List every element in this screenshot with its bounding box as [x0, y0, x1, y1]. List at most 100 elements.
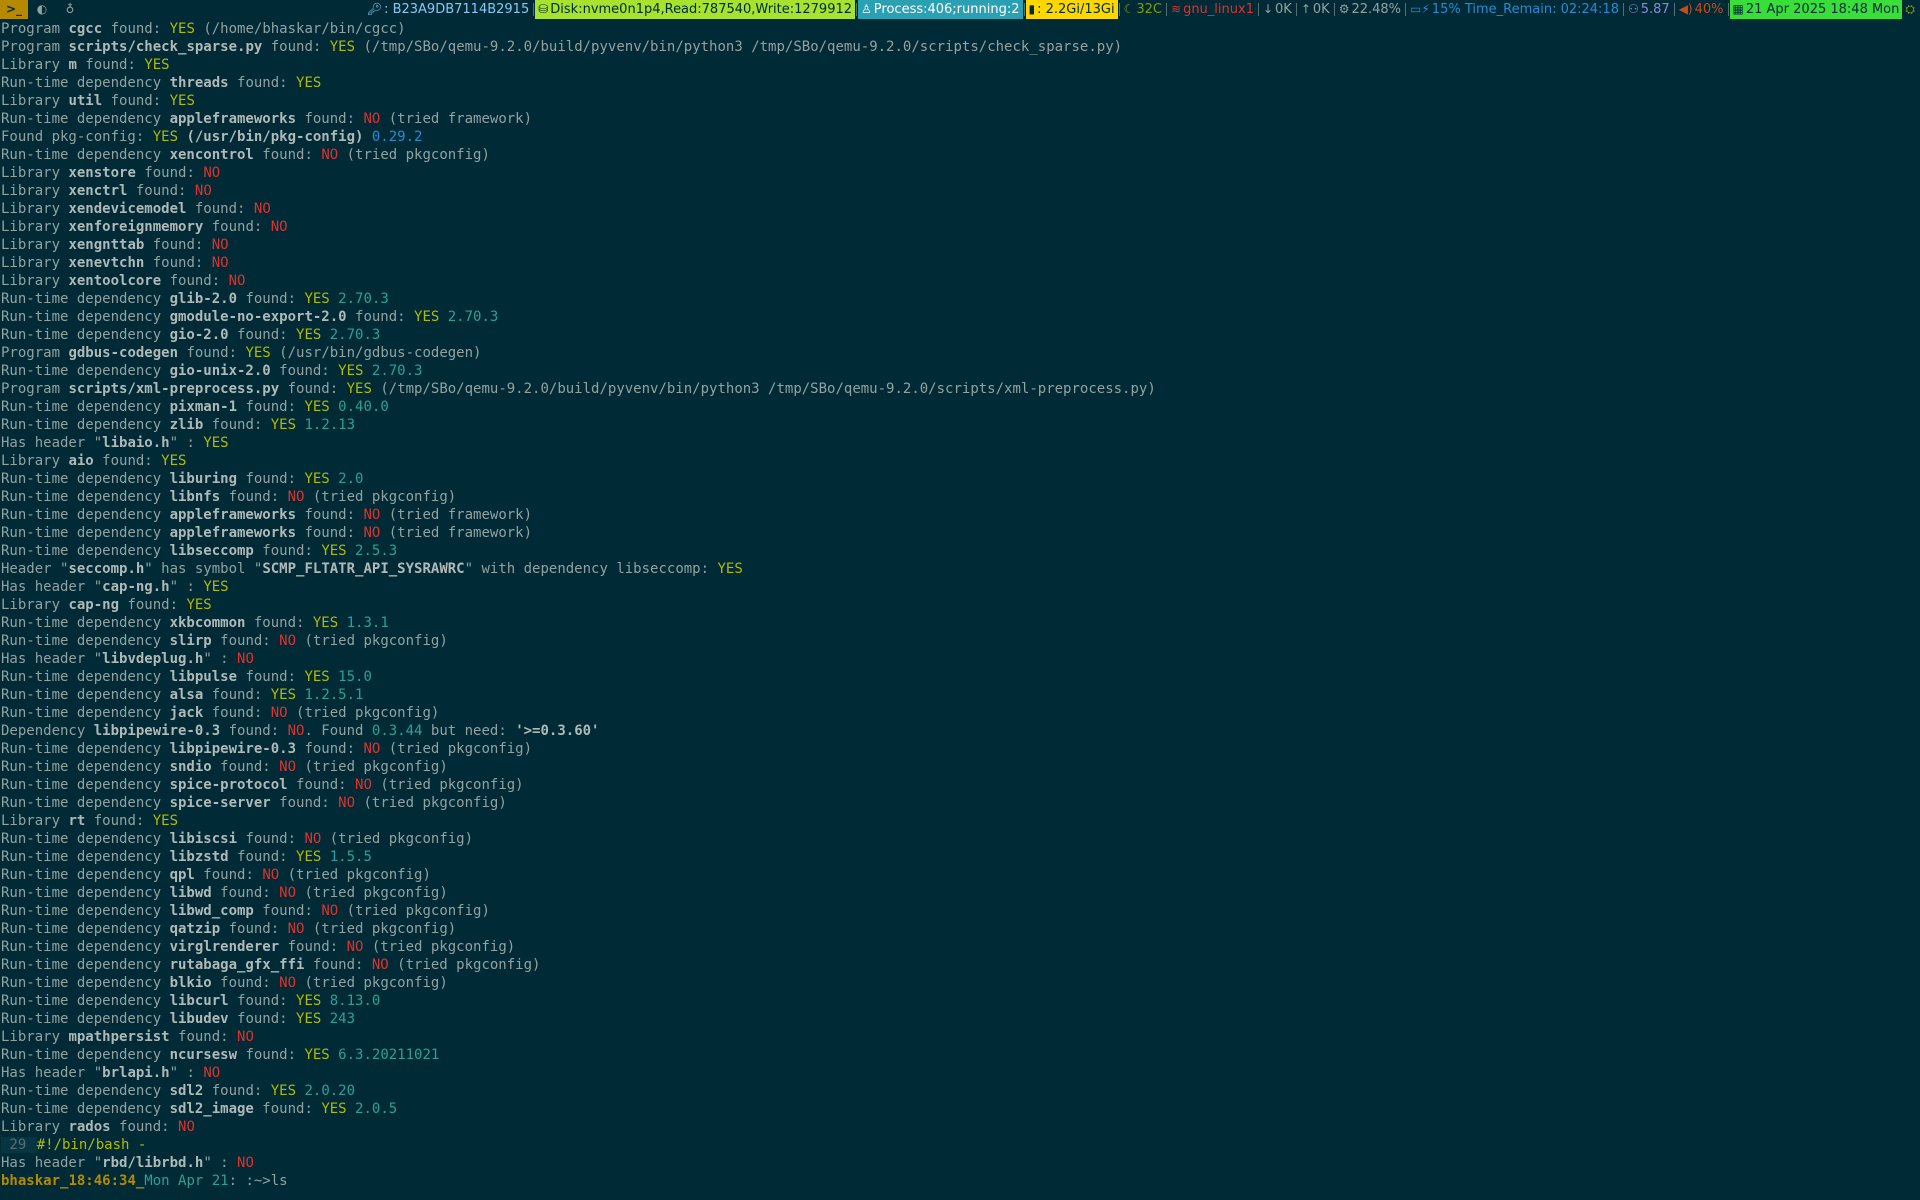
terminal-text: found: [296, 741, 364, 757]
cpu-text: 22.48% [1351, 2, 1402, 17]
terminal-text: Has header " [1, 1065, 103, 1081]
terminal-text: threads [169, 75, 229, 91]
terminal-text: (tried pkgconfig) [321, 831, 474, 847]
terminal-text: (tried pkgconfig) [279, 867, 431, 883]
terminal-text: (tried framework) [380, 507, 533, 523]
terminal-text: NO [279, 759, 297, 775]
terminal-text: Library [1, 597, 69, 613]
terminal-text: (tried pkgconfig) [363, 939, 516, 955]
terminal-text: YES [203, 579, 229, 595]
terminal-text: 0.3.44 [371, 723, 423, 739]
terminal-text: Run-time dependency [1, 543, 170, 559]
workspace-browser[interactable]: ◐ [28, 0, 56, 19]
gpg-key-module: 🔑︎ : B23A9DB7114B2915 [364, 0, 532, 19]
terminal-text: NO [287, 921, 305, 937]
terminal-text: Library [1, 165, 69, 181]
terminal-line: Library xenevtchn found: NO [1, 254, 1916, 272]
terminal-text: found: [161, 273, 229, 289]
terminal-text: found: [228, 1011, 297, 1027]
workspace-terminal[interactable]: >_ [0, 0, 28, 19]
terminal-text: spice-protocol [169, 777, 288, 793]
terminal-text: libaio.h [102, 435, 170, 451]
terminal-line: Run-time dependency libpipewire-0.3 foun… [1, 740, 1916, 758]
terminal-text: xenevtchn [68, 255, 145, 271]
terminal-text: found: [127, 183, 195, 199]
terminal-text: found: [203, 417, 271, 433]
terminal-text: sdl2_image [169, 1101, 254, 1117]
moon-icon: ☾ [1123, 2, 1135, 16]
datetime-module[interactable]: ▦ 21 Apr 2025 18:48 Mon [1729, 0, 1903, 19]
terminal-text: Library [1, 255, 69, 271]
terminal-line: Run-time dependency libcurl found: YES 8… [1, 992, 1916, 1010]
terminal-line: Has header "libvdeplug.h" : NO [1, 650, 1916, 668]
terminal-line: Run-time dependency sdl2_image found: YE… [1, 1100, 1916, 1118]
terminal-text: Run-time dependency [1, 669, 170, 685]
terminal-text: Library [1, 813, 69, 829]
terminal-text: Run-time dependency [1, 489, 170, 505]
terminal-output[interactable]: Program cgcc found: YES (/home/bhaskar/b… [1, 20, 1916, 1198]
terminal-text: Run-time dependency [1, 291, 170, 307]
terminal-text: Run-time dependency [1, 993, 170, 1009]
terminal-line: Program scripts/check_sparse.py found: Y… [1, 38, 1916, 56]
terminal-text: qpl [169, 867, 195, 883]
terminal-text: libpulse [169, 669, 238, 685]
terminal-text: 1.2.13 [296, 417, 356, 433]
terminal-line: Run-time dependency zlib found: YES 1.2.… [1, 416, 1916, 434]
workspace-linux[interactable]: ♁ [56, 0, 84, 19]
terminal-text: xenctrl [68, 183, 128, 199]
terminal-text: found: [203, 705, 271, 721]
tray-module[interactable]: ⛭ [1902, 0, 1920, 19]
memory-module: ▮ : 2.2Gi/13Gi [1025, 0, 1118, 19]
terminal-text: found: [211, 885, 280, 901]
terminal-text: Run-time dependency [1, 1083, 170, 1099]
terminal-text: found: [228, 849, 297, 865]
terminal-line: Run-time dependency alsa found: YES 1.2.… [1, 686, 1916, 704]
terminal-line: Program cgcc found: YES (/home/bhaskar/b… [1, 20, 1916, 38]
terminal-line: Run-time dependency xkbcommon found: YES… [1, 614, 1916, 632]
shell-prompt[interactable]: bhaskar_18:46:34_Mon Apr 21: :~>ls [1, 1172, 1916, 1190]
terminal-text: YES [338, 363, 364, 379]
volume-module[interactable]: ◀) 40% [1676, 0, 1727, 19]
terminal-text: found: [279, 381, 347, 397]
speaker-icon: ◀) [1678, 2, 1693, 16]
terminal-text: NO [321, 147, 339, 163]
terminal-text: blkio [169, 975, 212, 991]
terminal-text: Library [1, 1029, 69, 1045]
terminal-text: NO [363, 525, 381, 541]
terminal-text: (tried pkgconfig) [304, 921, 457, 937]
terminal-text: pixman-1 [169, 399, 238, 415]
terminal-text: " : [169, 435, 204, 451]
terminal-text: YES [304, 669, 330, 685]
terminal-text: 2.0.5 [346, 1101, 398, 1117]
terminal-line: Run-time dependency appleframeworks foun… [1, 110, 1916, 128]
separator [1295, 3, 1297, 16]
terminal-text: YES [296, 993, 322, 1009]
terminal-text: (/usr/bin/gdbus-codegen) [270, 345, 482, 361]
terminal-text: YES [296, 75, 322, 91]
terminal-text: sdl2 [169, 1083, 204, 1099]
terminal-text: 8.13.0 [321, 993, 381, 1009]
terminal-text: 29 [1, 1137, 37, 1153]
terminal-line: Run-time dependency slirp found: NO (tri… [1, 632, 1916, 650]
load-module: ⚇ 5.87 [1625, 0, 1673, 19]
terminal-text: Run-time dependency [1, 741, 170, 757]
terminal-text: YES [304, 399, 330, 415]
load-icon: ⚇ [1627, 2, 1639, 16]
terminal-text: found: [186, 201, 254, 217]
terminal-line: Run-time dependency blkio found: NO (tri… [1, 974, 1916, 992]
terminal-text: Run-time dependency [1, 417, 170, 433]
terminal-line: Run-time dependency sdl2 found: YES 2.0.… [1, 1082, 1916, 1100]
network-module[interactable]: ≋ gnu_linux1 [1168, 0, 1257, 19]
terminal-text: found: [237, 291, 305, 307]
memory-text: : 2.2Gi/13Gi [1037, 2, 1115, 17]
terminal-text: libpipewire-0.3 [169, 741, 297, 757]
terminal-text: " has symbol " [144, 561, 263, 577]
status-modules: 🔑︎ : B23A9DB7114B2915 ⛁ Disk:nvme0n1p4,R… [364, 0, 1920, 19]
terminal-text: Run-time dependency [1, 633, 170, 649]
terminal-text: Run-time dependency [1, 687, 170, 703]
terminal-text: (/tmp/SBo/qemu-9.2.0/build/pyvenv/bin/py… [371, 381, 1156, 397]
terminal-text: NO [237, 1029, 254, 1045]
terminal-text: YES [270, 1083, 297, 1099]
terminal-text: NO [355, 777, 372, 793]
terminal-text: NO [279, 885, 297, 901]
